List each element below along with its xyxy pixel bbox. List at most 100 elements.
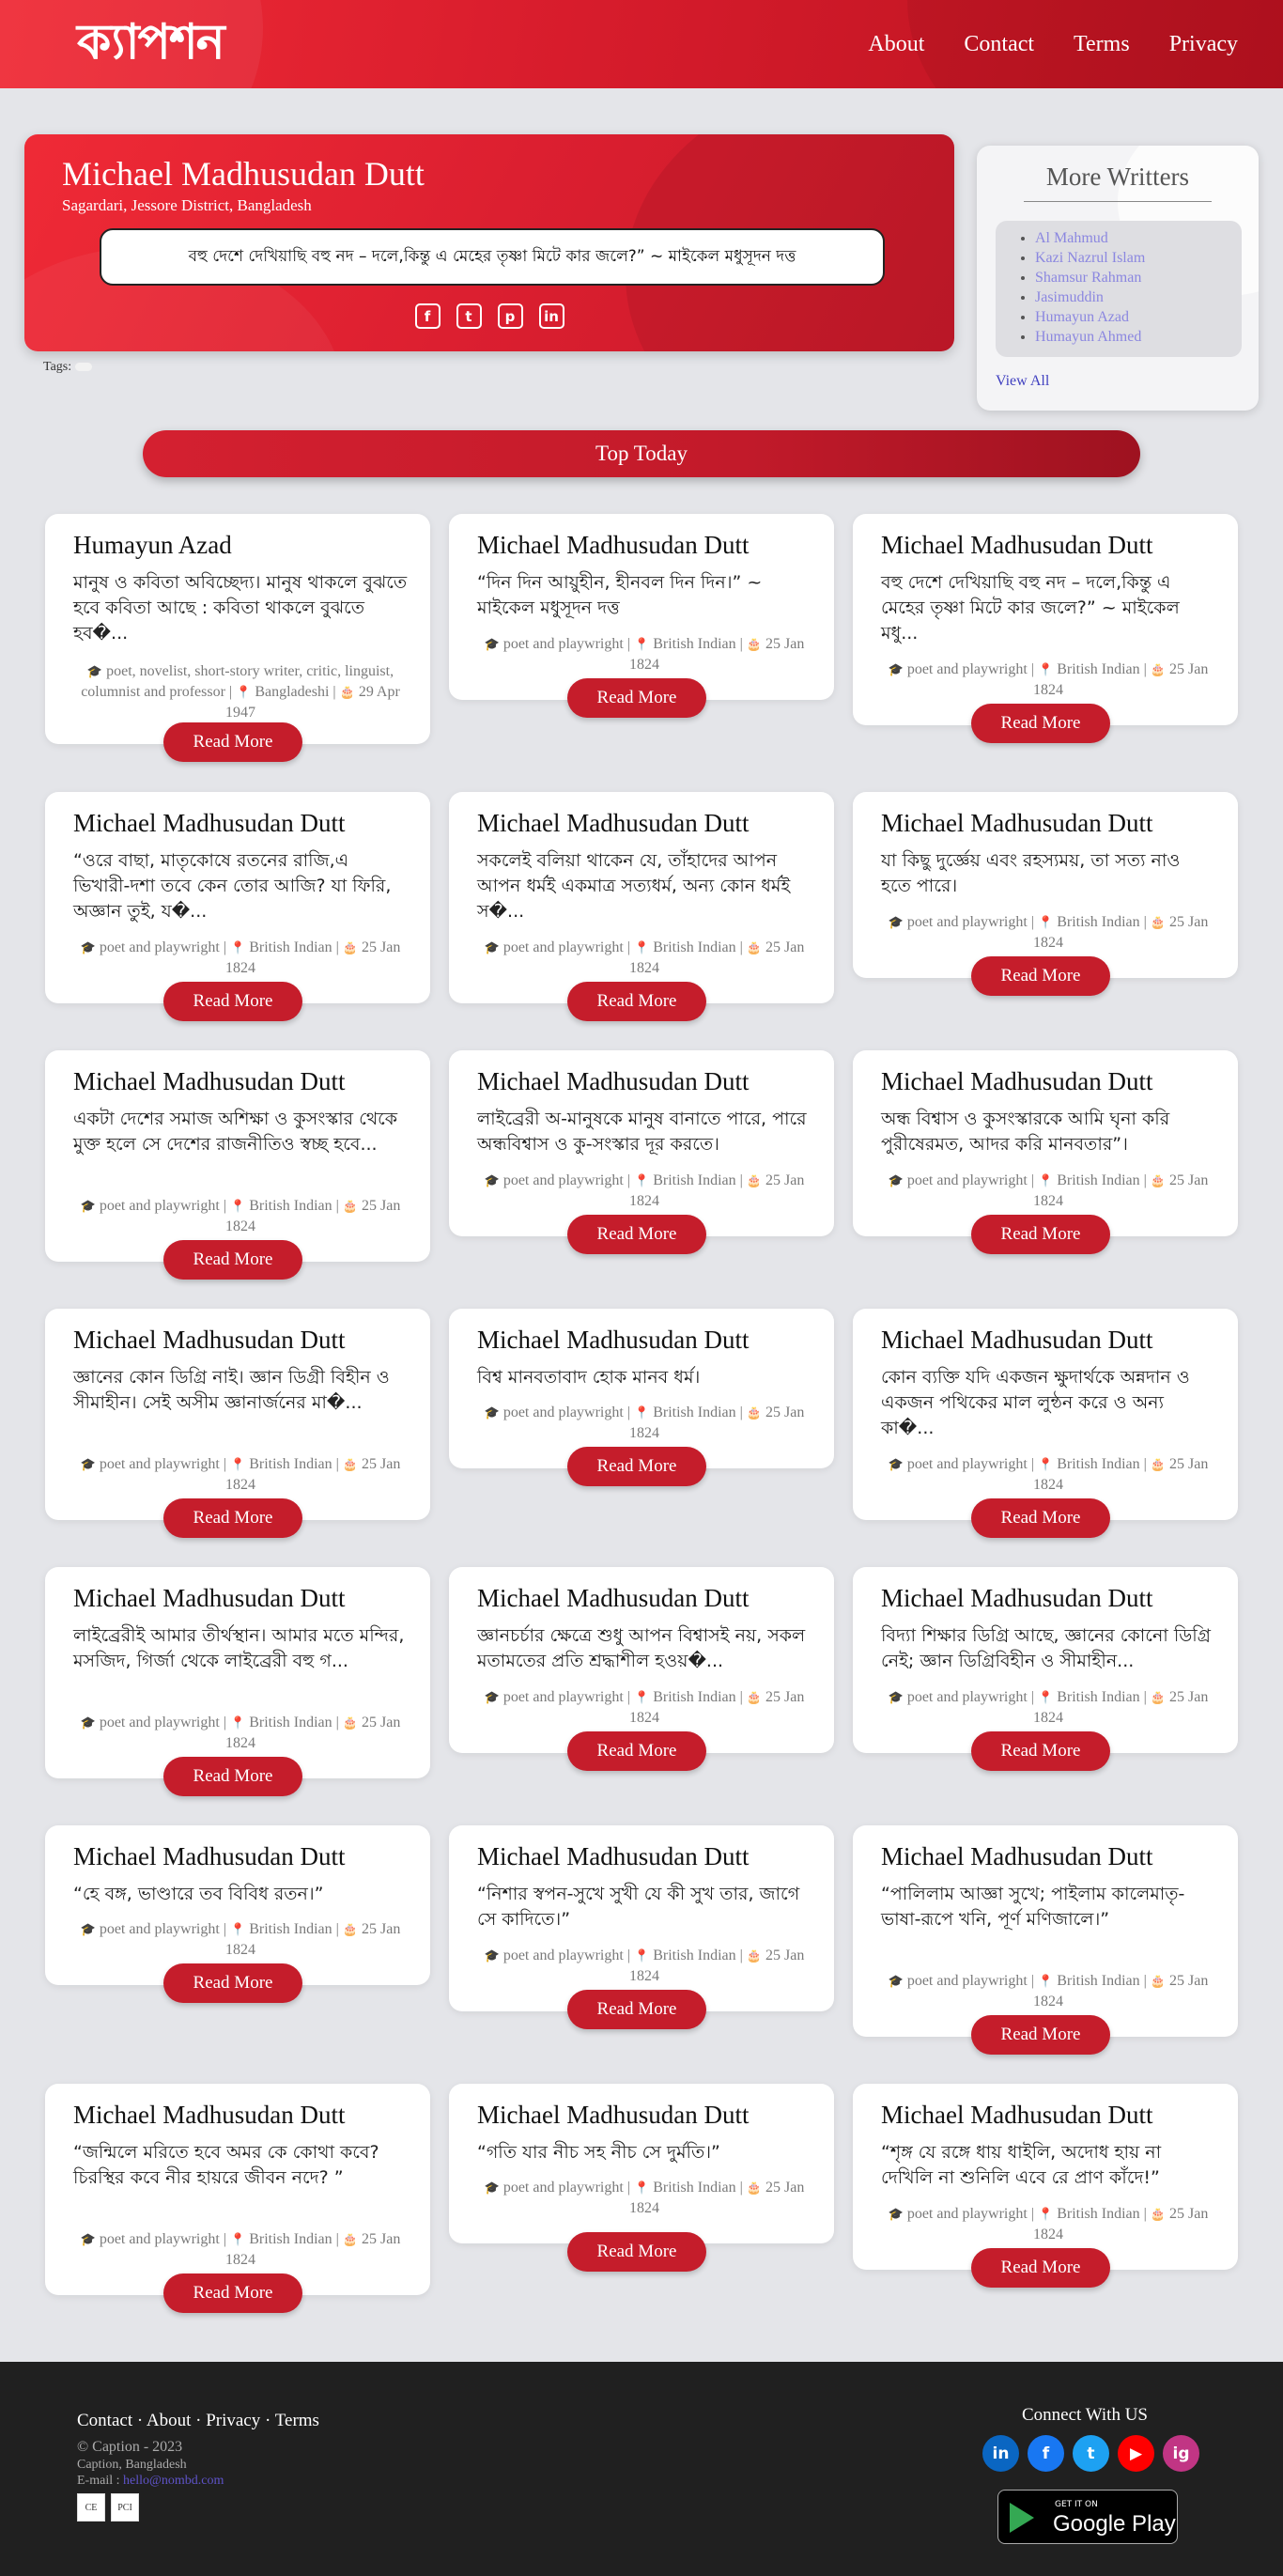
writer-link[interactable]: Humayun Azad: [1035, 307, 1242, 327]
pci-badge: PCI: [111, 2493, 139, 2522]
map-marker-icon: 📍: [236, 686, 252, 700]
card-author-meta: 🎓 poet and playwright | 📍 British Indian…: [888, 1973, 1209, 2010]
read-more-button[interactable]: Read More: [971, 704, 1110, 743]
read-more-button[interactable]: Read More: [567, 982, 706, 1021]
youtube-icon[interactable]: ▶: [1118, 2435, 1154, 2472]
card-author-name[interactable]: Michael Madhusudan Dutt: [477, 1067, 749, 1096]
writer-link[interactable]: Humayun Ahmed: [1035, 327, 1242, 347]
card-author-name[interactable]: Michael Madhusudan Dutt: [477, 1584, 749, 1613]
card-author-name[interactable]: Michael Madhusudan Dutt: [73, 1584, 345, 1613]
read-more-button[interactable]: Read More: [163, 1963, 302, 2003]
map-marker-icon: 📍: [1038, 1975, 1054, 1989]
card-author-name[interactable]: Michael Madhusudan Dutt: [881, 1842, 1152, 1871]
pinterest-icon[interactable]: p: [497, 303, 523, 329]
birthday-cake-icon: 🎂: [1150, 1691, 1167, 1705]
read-more-button[interactable]: Read More: [971, 2015, 1110, 2055]
card-author-name[interactable]: Michael Madhusudan Dutt: [881, 1326, 1152, 1355]
nav-link-about[interactable]: About: [868, 28, 924, 60]
card-author-name[interactable]: Michael Madhusudan Dutt: [477, 1326, 749, 1355]
quote-card: Michael Madhusudan Dutt সকলেই বলিয়া থাক…: [449, 792, 834, 1021]
birthday-cake-icon: 🎂: [1150, 1174, 1167, 1188]
tag-chip[interactable]: [75, 363, 93, 372]
read-more-button[interactable]: Read More: [971, 2248, 1110, 2288]
more-writers-title: More Writters: [1045, 163, 1190, 191]
map-marker-icon: 📍: [1038, 2208, 1054, 2222]
card-quote-text: “শৃঙ্গ যে রঙ্গে ধায় ধাইলি, অদোধ হায় না…: [881, 2142, 1162, 2188]
top-today-banner[interactable]: Top Today: [143, 430, 1140, 477]
card-author-name[interactable]: Michael Madhusudan Dutt: [477, 531, 749, 560]
card-author-name[interactable]: Michael Madhusudan Dutt: [73, 2101, 345, 2130]
writer-link[interactable]: Jasimuddin: [1035, 287, 1242, 307]
read-more-button[interactable]: Read More: [163, 722, 302, 762]
read-more-button[interactable]: Read More: [567, 1990, 706, 2029]
read-more-button[interactable]: Read More: [567, 1731, 706, 1771]
nav-link-contact[interactable]: Contact: [964, 28, 1034, 60]
nav-link-terms[interactable]: Terms: [1074, 28, 1130, 60]
read-more-button[interactable]: Read More: [567, 1447, 706, 1486]
quote-card: Michael Madhusudan Dutt লাইব্রেরীই আমার …: [45, 1567, 430, 1796]
card-author-name[interactable]: Michael Madhusudan Dutt: [73, 809, 345, 838]
linkedin-icon[interactable]: in: [538, 303, 564, 329]
map-marker-icon: 📍: [634, 941, 650, 955]
read-more-button[interactable]: Read More: [163, 1498, 302, 1538]
card-quote-text: বিশ্ব মানবতাবাদ হোক মানব ধর্ম।: [477, 1367, 701, 1388]
tags-row: Tags:: [43, 360, 93, 375]
card-author-name[interactable]: Michael Madhusudan Dutt: [881, 809, 1152, 838]
facebook-icon[interactable]: f: [414, 303, 441, 329]
map-marker-icon: 📍: [634, 1174, 650, 1188]
read-more-button[interactable]: Read More: [567, 678, 706, 718]
email-link[interactable]: hello@nombd.com: [123, 2474, 224, 2488]
site-logo[interactable]: ক্যাপশন: [77, 13, 225, 71]
main-nav: About Contact Terms Privacy: [868, 28, 1238, 60]
card-author-name[interactable]: Michael Madhusudan Dutt: [477, 809, 749, 838]
quote-card: Michael Madhusudan Dutt লাইব্রেরী অ-মানু…: [449, 1050, 834, 1254]
writer-link[interactable]: Kazi Nazrul Islam: [1035, 248, 1242, 268]
card-author-name[interactable]: Humayun Azad: [73, 531, 232, 560]
card-author-name[interactable]: Michael Madhusudan Dutt: [881, 2101, 1152, 2130]
read-more-button[interactable]: Read More: [163, 2273, 302, 2313]
card-author-name[interactable]: Michael Madhusudan Dutt: [477, 1842, 749, 1871]
map-marker-icon: 📍: [230, 1923, 246, 1937]
writers-list: Al Mahmud Kazi Nazrul Islam Shamsur Rahm…: [996, 221, 1242, 357]
birthday-cake-icon: 🎂: [746, 1949, 763, 1963]
card-nationality: British Indian: [1057, 1456, 1140, 1472]
view-all-link[interactable]: View All: [996, 373, 1049, 390]
writer-link[interactable]: Shamsur Rahman: [1035, 268, 1242, 287]
read-more-button[interactable]: Read More: [971, 956, 1110, 996]
read-more-button[interactable]: Read More: [567, 1215, 706, 1254]
footer-links[interactable]: Contact · About · Privacy · Terms: [77, 2411, 319, 2431]
read-more-button[interactable]: Read More: [971, 1498, 1110, 1538]
read-more-button[interactable]: Read More: [971, 1731, 1110, 1771]
quote-card: Michael Madhusudan Dutt “পালিলাম আজ্ঞা স…: [853, 1825, 1238, 2055]
map-marker-icon: 📍: [1038, 663, 1054, 677]
nav-link-privacy[interactable]: Privacy: [1169, 28, 1238, 60]
card-nationality: British Indian: [653, 2180, 736, 2196]
google-play-badge[interactable]: GET IT ON Google Play: [997, 2490, 1178, 2544]
card-author-name[interactable]: Michael Madhusudan Dutt: [881, 1584, 1152, 1613]
card-author-name[interactable]: Michael Madhusudan Dutt: [73, 1842, 345, 1871]
card-nationality: British Indian: [1057, 2206, 1140, 2222]
read-more-button[interactable]: Read More: [163, 1757, 302, 1796]
card-author-name[interactable]: Michael Madhusudan Dutt: [881, 1067, 1152, 1096]
writer-link[interactable]: Al Mahmud: [1035, 228, 1242, 248]
card-author-name[interactable]: Michael Madhusudan Dutt: [881, 531, 1152, 560]
birthday-cake-icon: 🎂: [342, 2233, 359, 2247]
read-more-button[interactable]: Read More: [163, 982, 302, 1021]
graduation-cap-icon: 🎓: [80, 1458, 96, 1472]
read-more-button[interactable]: Read More: [567, 2232, 706, 2272]
twitter-icon[interactable]: t: [456, 303, 482, 329]
birthday-cake-icon: 🎂: [342, 1200, 359, 1214]
birthday-cake-icon: 🎂: [746, 2181, 763, 2196]
card-author-name[interactable]: Michael Madhusudan Dutt: [477, 2101, 749, 2130]
twitter-icon[interactable]: t: [1073, 2435, 1109, 2472]
card-author-name[interactable]: Michael Madhusudan Dutt: [73, 1326, 345, 1355]
read-more-button[interactable]: Read More: [163, 1240, 302, 1280]
read-more-button[interactable]: Read More: [971, 1215, 1110, 1254]
instagram-icon[interactable]: ig: [1163, 2435, 1199, 2472]
facebook-icon[interactable]: f: [1028, 2435, 1064, 2472]
birthday-cake-icon: 🎂: [1150, 1975, 1167, 1989]
card-profession: poet and playwright: [906, 1689, 1028, 1705]
linkedin-icon[interactable]: in: [982, 2435, 1019, 2472]
card-author-name[interactable]: Michael Madhusudan Dutt: [73, 1067, 345, 1096]
quote-card: Michael Madhusudan Dutt বহু দেশে দেখিয়া…: [853, 514, 1238, 743]
